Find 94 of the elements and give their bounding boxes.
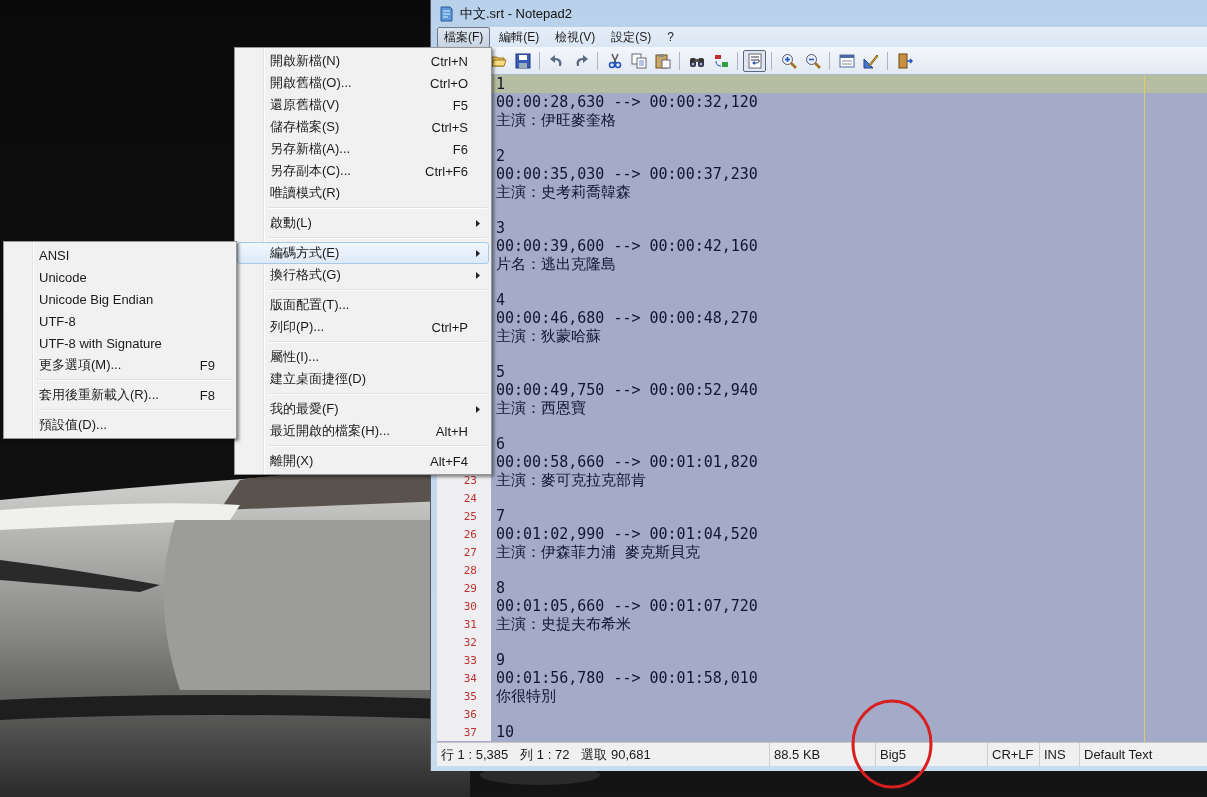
menu-item[interactable]: 最近開啟的檔案(H)... Alt+H [237, 420, 489, 442]
menu-item[interactable]: 唯讀模式(R) [237, 182, 489, 204]
word-wrap-icon [746, 52, 763, 69]
menu-item[interactable]: 我的最愛(F) [237, 398, 489, 420]
menu-item[interactable]: 更多選項(M)... F9 [6, 354, 234, 376]
menu-item[interactable]: UTF-8 [6, 310, 234, 332]
menu-item[interactable]: 啟動(L) [237, 212, 489, 234]
file-size: 88.5 KB [774, 747, 821, 762]
list-window-icon [838, 52, 855, 69]
zoom-out-icon [804, 52, 821, 69]
code-line: 主演：麥可克拉克部肯 [496, 470, 646, 490]
code-line: 00:00:35,030 --> 00:00:37,230 [496, 165, 758, 183]
line-number: 33 [463, 653, 477, 667]
line-number: 35 [463, 689, 477, 703]
code-line: 00:01:05,660 --> 00:01:07,720 [496, 597, 758, 615]
menu-bar-item[interactable]: 設定(S) [604, 26, 659, 48]
code-line: 00:00:28,630 --> 00:00:32,120 [496, 93, 758, 111]
word-wrap-button[interactable] [743, 49, 766, 72]
copy-icon [630, 52, 647, 69]
line-number: 36 [463, 707, 477, 721]
line-number: 30 [463, 599, 477, 613]
menu-item[interactable]: 預設值(D)... [6, 414, 234, 436]
line-number: 27 [463, 545, 477, 559]
door-icon [896, 52, 913, 69]
code-line: 1 [496, 75, 506, 93]
menu-item[interactable]: 另存新檔(A)... F6 [237, 138, 489, 160]
code-line: 6 [496, 435, 506, 453]
menu-item[interactable]: 開啟舊檔(O)... Ctrl+O [237, 72, 489, 94]
menu-item[interactable]: UTF-8 with Signature [6, 332, 234, 354]
line-ending-label: CR+LF [992, 747, 1034, 762]
clipboard-icon [654, 52, 671, 69]
notepad-icon [439, 5, 453, 22]
line-number: 28 [463, 563, 477, 577]
code-line: 00:01:02,990 --> 00:01:04,520 [496, 525, 758, 543]
status-text: 列 1 : 72 [520, 745, 570, 764]
code-line: 主演：伊旺麥奎格 [496, 110, 616, 130]
line-number: 24 [463, 491, 477, 505]
code-line: 00:00:49,750 --> 00:00:52,940 [496, 381, 758, 399]
code-line: 你很特別 [496, 686, 556, 706]
menu-item[interactable]: ANSI [6, 244, 234, 266]
menu-bar-item[interactable]: 檢視(V) [548, 26, 603, 48]
code-line: 主演：西恩寶 [496, 398, 586, 418]
menu-item[interactable]: 儲存檔案(S) Ctrl+S [237, 116, 489, 138]
window-title: 中文.srt - Notepad2 [460, 4, 572, 23]
code-line: 00:00:39,600 --> 00:00:42,160 [496, 237, 758, 255]
code-line: 主演：史考莉喬韓森 [496, 182, 631, 202]
line-number: 32 [463, 635, 477, 649]
code-line: 主演：狄蒙哈蘇 [496, 326, 601, 346]
line-number: 31 [463, 617, 477, 631]
encoding-label: Big5 [880, 747, 907, 762]
ruler-pencil-icon [862, 52, 879, 69]
insert-mode-label: INS [1044, 747, 1066, 762]
menu-item[interactable]: 套用後重新載入(R)... F8 [6, 384, 234, 406]
line-number: 25 [463, 509, 477, 523]
line-number: 34 [463, 671, 477, 685]
line-number: 23 [463, 473, 477, 487]
zoom-in-icon [780, 52, 797, 69]
menu-item[interactable]: 屬性(I)... [237, 346, 489, 368]
status-text: 選取 90,681 [581, 745, 651, 764]
line-number: 37 [463, 725, 477, 739]
menu-item[interactable]: Unicode [6, 266, 234, 288]
scissors-icon [606, 52, 623, 69]
menu-item[interactable]: 離開(X) Alt+F4 [237, 450, 489, 472]
line-number: 26 [463, 527, 477, 541]
menu-item[interactable]: 編碼方式(E) [237, 242, 489, 264]
code-line: 8 [496, 579, 506, 597]
code-line: 2 [496, 147, 506, 165]
menu-item[interactable]: 列印(P)... Ctrl+P [237, 316, 489, 338]
menu-item[interactable]: 還原舊檔(V) F5 [237, 94, 489, 116]
menu-bar-item[interactable]: ? [660, 28, 681, 46]
menu-bar-item[interactable]: 編輯(E) [492, 26, 547, 48]
menu-item[interactable]: 換行格式(G) [237, 264, 489, 286]
code-line: 片名：逃出克隆島 [496, 254, 616, 274]
menu-item[interactable]: Unicode Big Endian [6, 288, 234, 310]
code-line: 7 [496, 507, 506, 525]
code-line: 主演：伊森菲力浦 麥克斯貝克 [496, 542, 701, 562]
code-line: 00:01:56,780 --> 00:01:58,010 [496, 669, 758, 687]
line-number: 29 [463, 581, 477, 595]
replace-icon [712, 52, 729, 69]
code-line: 9 [496, 651, 506, 669]
code-line: 10 [496, 723, 515, 741]
menu-item[interactable]: 開啟新檔(N) Ctrl+N [237, 50, 489, 72]
syntax-label: Default Text [1084, 747, 1153, 762]
code-line: 00:00:58,660 --> 00:01:01,820 [496, 453, 758, 471]
code-line: 00:00:46,680 --> 00:00:48,270 [496, 309, 758, 327]
menu-item[interactable]: 另存副本(C)... Ctrl+F6 [237, 160, 489, 182]
code-line: 3 [496, 219, 506, 237]
menu-item[interactable]: 版面配置(T)... [237, 294, 489, 316]
code-line: 主演：史提夫布希米 [496, 614, 631, 634]
code-line: 5 [496, 363, 506, 381]
menu-item[interactable]: 建立桌面捷徑(D) [237, 368, 489, 390]
code-line: 4 [496, 291, 506, 309]
status-text: 行 1 : 5,385 [441, 745, 509, 764]
menu-bar-item[interactable]: 檔案(F) [437, 26, 491, 48]
